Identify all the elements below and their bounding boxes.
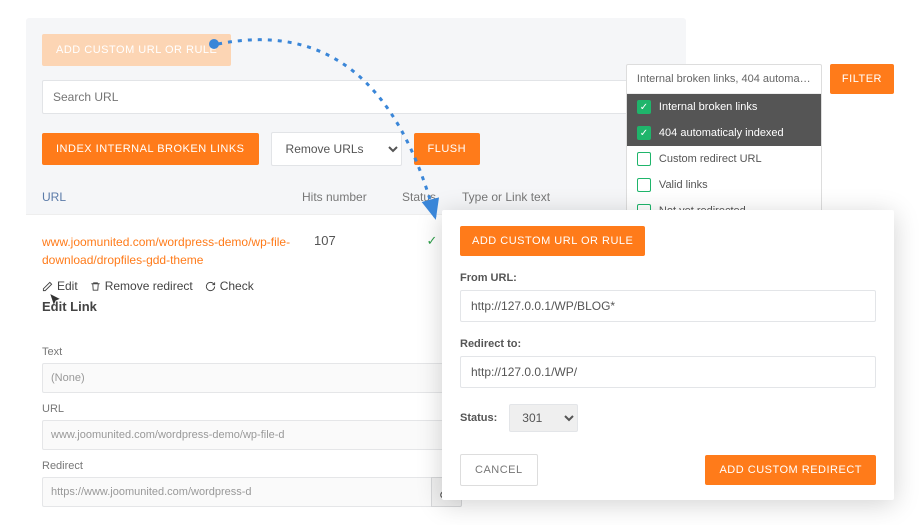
modal-title-badge: ADD CUSTOM URL OR RULE — [460, 226, 645, 256]
pencil-icon — [42, 281, 53, 292]
index-internal-links-button[interactable]: INDEX INTERNAL BROKEN LINKS — [42, 133, 259, 165]
text-field[interactable] — [42, 363, 462, 393]
edit-label: Edit — [57, 279, 78, 293]
row-url-link[interactable]: www.joomunited.com/wordpress-demo/wp-fil… — [42, 233, 302, 269]
filter-option[interactable]: ✓ Internal broken links — [627, 94, 821, 120]
redirect-to-label: Redirect to: — [460, 338, 876, 350]
cancel-button[interactable]: CANCEL — [460, 454, 538, 486]
url-field[interactable] — [42, 420, 462, 450]
from-url-input[interactable] — [460, 290, 876, 322]
remove-urls-select[interactable]: Remove URLs — [271, 132, 402, 166]
filter-option[interactable]: Valid links — [627, 172, 821, 198]
add-custom-url-modal: ADD CUSTOM URL OR RULE From URL: Redirec… — [442, 210, 894, 500]
trash-icon — [90, 281, 101, 292]
redirect-field[interactable] — [42, 477, 431, 507]
refresh-icon — [205, 281, 216, 292]
checkbox-icon — [637, 178, 651, 192]
col-url-header[interactable]: URL — [42, 190, 302, 204]
filter-selected-text[interactable]: Internal broken links, 404 automati... — [627, 65, 821, 94]
check-label: Check — [220, 279, 254, 293]
check-action[interactable]: Check — [205, 279, 254, 293]
filter-option-label: 404 automaticaly indexed — [659, 127, 784, 139]
filter-area: Internal broken links, 404 automati... ✓… — [626, 64, 894, 225]
search-input[interactable] — [42, 80, 670, 114]
filter-option-label: Custom redirect URL — [659, 153, 762, 165]
remove-redirect-label: Remove redirect — [105, 279, 193, 293]
status-select[interactable]: 301 — [509, 404, 578, 432]
redirect-to-input[interactable] — [460, 356, 876, 388]
filter-option[interactable]: ✓ 404 automaticaly indexed — [627, 120, 821, 146]
status-label: Status: — [460, 412, 497, 424]
row-hits-value: 107 — [302, 233, 402, 248]
table-headers: URL Hits number Status Type or Link text — [26, 166, 686, 214]
checkbox-icon: ✓ — [637, 126, 651, 140]
col-status-header: Status — [402, 190, 462, 204]
search-row — [42, 80, 670, 114]
cursor-icon — [48, 293, 62, 307]
filter-dropdown[interactable]: Internal broken links, 404 automati... ✓… — [626, 64, 822, 225]
edit-action[interactable]: Edit — [42, 279, 78, 293]
checkbox-icon: ✓ — [637, 100, 651, 114]
filter-option[interactable]: Custom redirect URL — [627, 146, 821, 172]
add-custom-redirect-button[interactable]: ADD CUSTOM REDIRECT — [705, 455, 876, 485]
col-hits-header: Hits number — [302, 190, 402, 204]
flush-button[interactable]: FLUSH — [414, 133, 481, 165]
remove-redirect-action[interactable]: Remove redirect — [90, 279, 193, 293]
filter-option-label: Valid links — [659, 179, 708, 191]
from-url-label: From URL: — [460, 272, 876, 284]
filter-button[interactable]: FILTER — [830, 64, 894, 94]
toolbar: INDEX INTERNAL BROKEN LINKS Remove URLs … — [42, 132, 686, 166]
add-custom-url-top-button[interactable]: ADD CUSTOM URL OR RULE — [42, 34, 231, 66]
checkbox-icon — [637, 152, 651, 166]
filter-option-label: Internal broken links — [659, 101, 757, 113]
